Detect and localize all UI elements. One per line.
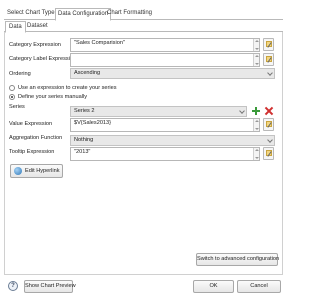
switch-advanced-configuration-button[interactable]: Switch to advanced configuration (196, 253, 279, 266)
globe-icon (14, 167, 22, 175)
category-label-expression-label: Category Label Expression (9, 56, 77, 62)
cancel-button[interactable]: Cancel (237, 280, 281, 293)
tooltip-expression-field[interactable]: "2013" (70, 147, 260, 161)
add-series-button[interactable] (251, 106, 261, 116)
radio-use-expression-label: Use an expression to create your series (18, 85, 117, 91)
chevron-down-icon (267, 137, 273, 143)
aggregation-function-label: Aggregation Function (9, 135, 63, 141)
series-label: Series (9, 104, 25, 110)
category-expression-editor-button[interactable] (263, 38, 274, 51)
value-expression-editor-button[interactable] (263, 118, 274, 131)
chevron-down-icon (267, 70, 273, 76)
value-expression-field[interactable]: $V{Sales2013} (70, 118, 260, 132)
category-label-expression-field[interactable] (70, 53, 260, 67)
tooltip-expression-label: Tooltip Expression (9, 149, 55, 155)
tooltip-expression-scroll[interactable] (253, 148, 259, 160)
category-expression-label: Category Expression (9, 42, 61, 48)
value-expression-scroll[interactable] (253, 119, 259, 131)
category-expression-field[interactable]: "Sales Comparision" (70, 38, 260, 52)
aggregation-function-select[interactable]: Nothing (70, 135, 275, 146)
radio-use-expression[interactable] (9, 85, 15, 91)
category-label-expression-scroll[interactable] (253, 54, 259, 66)
outer-tab-bar: Select Chart Type Data Configuration Cha… (4, 8, 283, 21)
chevron-down-icon (239, 108, 245, 114)
delete-series-button[interactable] (264, 106, 274, 116)
tab-data-configuration[interactable]: Data Configuration (55, 8, 112, 21)
series-value: Series 2 (74, 108, 95, 114)
radio-define-manually-label: Define your series manually (18, 94, 88, 100)
category-expression-value: "Sales Comparision" (74, 40, 125, 46)
tab-chart-formatting[interactable]: Chart Formatting (105, 8, 154, 20)
ordering-value: Ascending (74, 70, 101, 76)
tooltip-expression-editor-button[interactable] (263, 147, 274, 160)
ordering-label: Ordering (9, 71, 31, 77)
ok-button[interactable]: OK (193, 280, 234, 293)
series-select[interactable]: Series 2 (70, 106, 247, 117)
value-expression-label: Value Expression (9, 121, 53, 127)
inner-tab-bar: Data Dataset (4, 21, 283, 33)
tab-select-chart-type[interactable]: Select Chart Type (5, 8, 57, 20)
edit-hyperlink-button[interactable]: Edit Hyperlink (10, 164, 63, 178)
aggregation-function-value: Nothing (74, 137, 94, 143)
tooltip-expression-value: "2013" (74, 149, 91, 155)
category-label-expression-editor-button[interactable] (263, 53, 274, 66)
show-chart-preview-button[interactable]: Show Chart Preview (24, 280, 76, 293)
ordering-select[interactable]: Ascending (70, 68, 275, 79)
value-expression-value: $V{Sales2013} (74, 120, 112, 126)
edit-hyperlink-label: Edit Hyperlink (25, 168, 60, 174)
radio-define-manually[interactable] (9, 94, 15, 100)
help-icon[interactable]: ? (8, 281, 18, 291)
category-expression-scroll[interactable] (253, 39, 259, 51)
tab-dataset[interactable]: Dataset (24, 21, 51, 32)
